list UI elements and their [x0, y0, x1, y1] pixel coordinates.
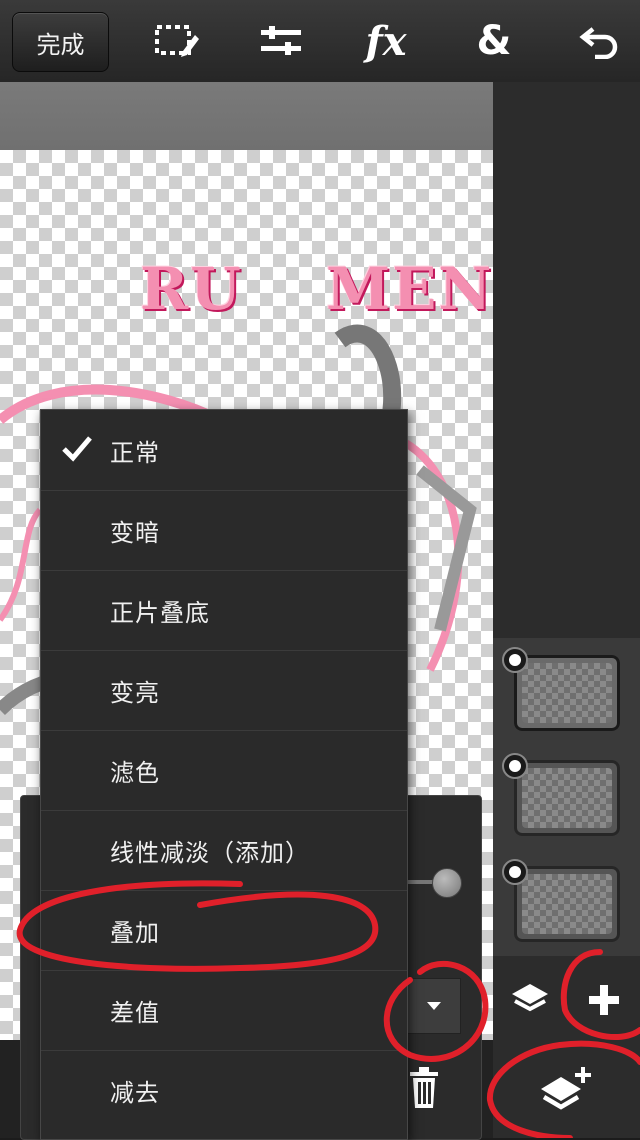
blend-option-normal[interactable]: 正常 [41, 410, 407, 491]
blend-option-screen[interactable]: 滤色 [41, 730, 407, 811]
menu-item-label: 减去 [110, 1078, 160, 1107]
layer-thumbnail-2[interactable] [514, 760, 620, 836]
fx-glyph: fx [365, 17, 407, 65]
layer-thumbnail-1[interactable] [514, 655, 620, 731]
blend-glyph: & [476, 18, 512, 64]
add-layer-button[interactable] [572, 968, 636, 1032]
layers-icon[interactable] [500, 970, 560, 1030]
blend-option-lighten[interactable]: 变亮 [41, 650, 407, 731]
canvas-margin [0, 82, 493, 150]
menu-item-label: 变亮 [110, 678, 160, 707]
layer-visibility-dot[interactable] [502, 753, 528, 779]
new-layer-icon[interactable] [530, 1058, 600, 1124]
blend-mode-dropdown[interactable] [407, 978, 461, 1034]
opacity-slider-knob[interactable] [432, 868, 462, 898]
layer-visibility-dot[interactable] [502, 647, 528, 673]
fx-icon[interactable]: fx [358, 14, 414, 68]
blend-option-linear-dodge[interactable]: 线性减淡（添加） [41, 810, 407, 891]
checkmark-icon [62, 436, 92, 462]
undo-icon[interactable] [572, 14, 628, 68]
menu-item-label: 变暗 [110, 518, 160, 547]
selection-icon[interactable] [148, 14, 204, 68]
layer-thumbnail-3[interactable] [514, 866, 620, 942]
done-button[interactable]: 完成 [12, 12, 109, 72]
blend-option-difference[interactable]: 差值 [41, 970, 407, 1051]
blend-option-subtract[interactable]: 减去 [41, 1050, 407, 1130]
menu-item-label: 叠加 [110, 918, 160, 947]
blend-icon[interactable]: & [466, 14, 522, 68]
menu-item-label: 正常 [110, 438, 160, 467]
menu-item-label: 滤色 [110, 758, 160, 787]
top-toolbar: 完成 fx & [0, 0, 640, 83]
blend-option-overlay[interactable]: 叠加 [41, 890, 407, 971]
menu-item-label: 线性减淡（添加） [110, 838, 310, 867]
trash-icon[interactable] [404, 1064, 444, 1110]
blend-mode-menu: 正常 变暗 正片叠底 变亮 滤色 线性减淡（添加） 叠加 差值 减去 [40, 409, 408, 1140]
blend-option-multiply[interactable]: 正片叠底 [41, 570, 407, 651]
menu-item-label: 差值 [110, 998, 160, 1027]
menu-item-label: 正片叠底 [110, 598, 210, 627]
blend-option-darken[interactable]: 变暗 [41, 490, 407, 571]
layer-visibility-dot[interactable] [502, 859, 528, 885]
adjust-icon[interactable] [253, 14, 309, 68]
chevron-down-icon [427, 1002, 441, 1010]
